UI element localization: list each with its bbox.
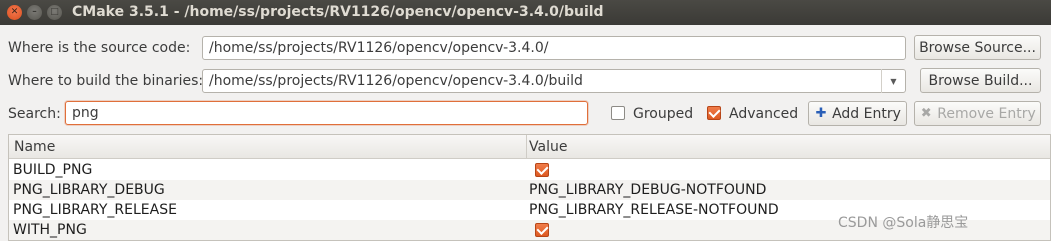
chevron-down-icon: ▼ [890,76,897,86]
remove-entry-button[interactable]: ✖ Remove Entry [914,101,1041,126]
column-header-value[interactable]: Value [529,139,567,155]
table-row[interactable]: BUILD_PNG [9,160,1050,180]
x-icon: ✖ [920,106,932,121]
build-label: Where to build the binaries: [8,73,204,89]
search-input[interactable]: png [65,101,588,125]
browse-build-button[interactable]: Browse Build... [920,68,1041,93]
row-value[interactable]: PNG_LIBRARY_DEBUG-NOTFOUND [529,182,766,198]
build-path-combo[interactable]: /home/ss/projects/RV1126/opencv/opencv-3… [202,69,906,93]
row-value-checkbox[interactable] [535,163,549,177]
row-name: BUILD_PNG [13,162,93,178]
row-value-checkbox[interactable] [535,223,549,237]
minimize-window-button[interactable]: – [27,5,42,20]
table-header: Name Value [9,135,1050,159]
row-name: PNG_LIBRARY_RELEASE [13,202,177,218]
row-name: WITH_PNG [13,222,87,238]
advanced-checkbox[interactable] [707,106,721,120]
remove-entry-label: Remove Entry [937,105,1036,122]
close-icon: ✕ [10,7,19,17]
column-header-name[interactable]: Name [14,139,55,155]
row-name: PNG_LIBRARY_DEBUG [13,182,165,198]
add-entry-button[interactable]: ✚ Add Entry [808,101,907,126]
advanced-label: Advanced [729,106,799,122]
source-label: Where is the source code: [8,40,191,56]
search-label: Search: [8,106,61,122]
table-row[interactable]: PNG_LIBRARY_DEBUG PNG_LIBRARY_DEBUG-NOTF… [9,180,1050,200]
grouped-checkbox[interactable] [611,106,625,120]
browse-source-button[interactable]: Browse Source... [914,35,1041,60]
source-path-input[interactable]: /home/ss/projects/RV1126/opencv/opencv-3… [202,36,906,60]
build-path-dropdown[interactable]: ▼ [881,69,905,93]
row-value[interactable]: PNG_LIBRARY_RELEASE-NOTFOUND [529,202,779,218]
maximize-icon: □ [50,7,59,17]
title-bar: ✕ – □ CMake 3.5.1 - /home/ss/projects/RV… [0,0,1051,25]
add-entry-label: Add Entry [832,105,901,122]
grouped-label: Grouped [633,106,694,122]
plus-icon: ✚ [815,106,827,121]
watermark: CSDN @Sola静思宝 [838,215,969,231]
close-window-button[interactable]: ✕ [7,5,22,20]
minimize-icon: – [32,7,37,17]
column-divider[interactable] [526,135,527,159]
window-title: CMake 3.5.1 - /home/ss/projects/RV1126/o… [72,4,604,20]
maximize-window-button[interactable]: □ [47,5,62,20]
